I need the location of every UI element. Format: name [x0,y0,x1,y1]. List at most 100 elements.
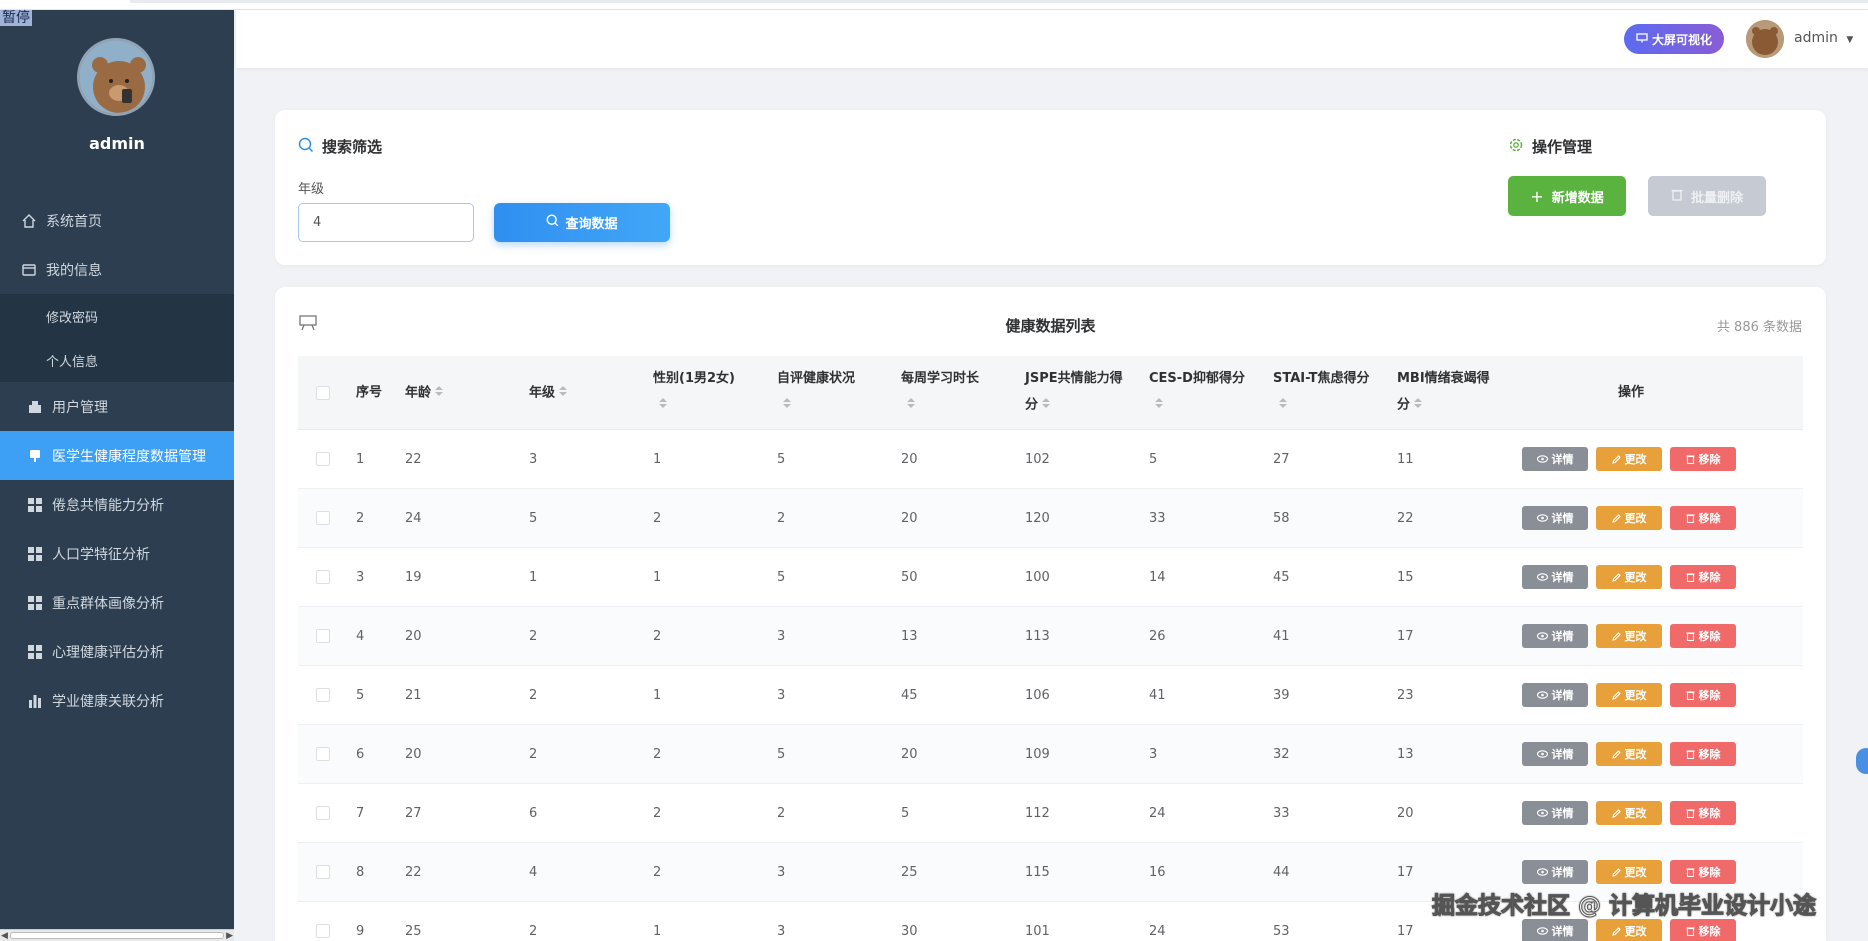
big-screen-viz-button[interactable]: 大屏可视化 [1624,24,1725,54]
pencil-icon [1611,867,1621,877]
delete-button[interactable]: 移除 [1670,742,1736,766]
sidebar-item-academic-health[interactable]: 学业健康关联分析 [0,676,234,725]
edit-button[interactable]: 更改 [1596,683,1662,707]
edit-button[interactable]: 更改 [1596,624,1662,648]
edit-button-label: 更改 [1624,512,1647,525]
detail-button[interactable]: 详情 [1522,565,1588,589]
edit-button[interactable]: 更改 [1596,801,1662,825]
cell-index: 1 [356,452,365,467]
header-avatar[interactable] [1746,20,1784,58]
row-checkbox[interactable] [316,924,330,938]
row-checkbox[interactable] [316,629,330,643]
scroll-left-icon[interactable]: ◀ [1,931,8,941]
detail-button[interactable]: 详情 [1522,860,1588,884]
row-checkbox[interactable] [316,511,330,525]
sidebar-item-mental-health[interactable]: 心理健康评估分析 [0,627,234,676]
row-checkbox[interactable] [316,747,330,761]
sort-icon[interactable] [783,392,791,418]
detail-button[interactable]: 详情 [1522,742,1588,766]
scroll-right-icon[interactable]: ▶ [226,931,233,941]
floating-handle[interactable] [1856,748,1868,774]
edit-button[interactable]: 更改 [1596,919,1662,941]
col-mbi[interactable]: MBI情绪衰竭得分 [1397,366,1490,419]
scrollbar-thumb[interactable] [10,932,224,939]
sort-icon[interactable] [559,380,568,406]
delete-button[interactable]: 移除 [1670,506,1736,530]
sort-icon[interactable] [1155,392,1163,418]
header-user-menu[interactable]: admin ▼ [1794,30,1853,46]
edit-button-label: 更改 [1624,807,1647,820]
query-button[interactable]: 查询数据 [494,203,670,242]
delete-button[interactable]: 移除 [1670,565,1736,589]
col-gender[interactable]: 性别(1男2女) [653,366,735,419]
bulk-delete-button[interactable]: 批量删除 [1648,176,1766,216]
grade-input[interactable] [298,203,474,242]
detail-button[interactable]: 详情 [1522,506,1588,530]
wallet-icon [20,261,38,279]
select-all-checkbox[interactable] [316,386,330,400]
delete-button[interactable]: 移除 [1670,860,1736,884]
sidebar-item-demographics[interactable]: 人口学特征分析 [0,529,234,578]
edit-button-label: 更改 [1624,748,1647,761]
detail-button[interactable]: 详情 [1522,683,1588,707]
cell-mbi: 15 [1397,570,1414,585]
sidebar-item-change-password[interactable]: 修改密码 [0,294,234,338]
cell-age: 27 [405,806,422,821]
edit-button[interactable]: 更改 [1596,506,1662,530]
row-checkbox[interactable] [316,865,330,879]
cell-age: 19 [405,570,422,585]
detail-button[interactable]: 详情 [1522,447,1588,471]
sidebar-scrollbar[interactable]: ◀ ▶ [0,929,234,941]
edit-button[interactable]: 更改 [1596,565,1662,589]
col-jspe[interactable]: JSPE共情能力得分 [1025,366,1123,419]
cell-study: 20 [901,747,918,762]
cell-health: 3 [777,629,786,644]
edit-button[interactable]: 更改 [1596,860,1662,884]
avatar[interactable] [77,38,155,116]
sidebar-item-health-data[interactable]: 医学生健康程度数据管理 [0,431,234,480]
col-cesd[interactable]: CES-D抑郁得分 [1149,366,1245,419]
sidebar-item-profile[interactable]: 个人信息 [0,338,234,382]
cell-index: 2 [356,511,365,526]
grade-label: 年级 [298,182,325,197]
sidebar-item-burnout-empathy[interactable]: 倦怠共情能力分析 [0,480,234,529]
col-study[interactable]: 每周学习时长 [901,366,979,419]
delete-button[interactable]: 移除 [1670,683,1736,707]
delete-button[interactable]: 移除 [1670,447,1736,471]
col-jspe-label: JSPE共情能力得 [1025,371,1123,386]
detail-button[interactable]: 详情 [1522,801,1588,825]
col-stai[interactable]: STAI-T焦虑得分 [1273,366,1369,419]
detail-button[interactable]: 详情 [1522,624,1588,648]
delete-button[interactable]: 移除 [1670,801,1736,825]
sort-icon[interactable] [435,380,444,406]
bulk-delete-label: 批量删除 [1690,190,1743,206]
sort-icon[interactable] [1279,392,1287,418]
delete-button[interactable]: 移除 [1670,919,1736,941]
sort-icon[interactable] [659,392,667,418]
add-data-button[interactable]: + 新增数据 [1508,176,1626,216]
edit-button[interactable]: 更改 [1596,447,1662,471]
detail-button[interactable]: 详情 [1522,919,1588,941]
row-actions: 详情 更改 移除 [1522,801,1736,825]
cell-health: 5 [777,570,786,585]
sort-icon[interactable] [1042,392,1051,418]
sidebar-item-user-manage[interactable]: 用户管理 [0,382,234,431]
delete-button[interactable]: 移除 [1670,624,1736,648]
col-grade[interactable]: 年级 [529,380,568,407]
col-age[interactable]: 年龄 [405,380,444,407]
sidebar-item-my-info[interactable]: 我的信息 [0,245,234,294]
col-grade-label: 年级 [529,385,556,401]
sort-icon[interactable] [1414,392,1423,418]
col-health[interactable]: 自评健康状况 [777,366,855,419]
row-checkbox[interactable] [316,452,330,466]
cell-mbi: 22 [1397,511,1414,526]
row-checkbox[interactable] [316,806,330,820]
row-checkbox[interactable] [316,570,330,584]
edit-button[interactable]: 更改 [1596,742,1662,766]
sidebar-item-key-groups[interactable]: 重点群体画像分析 [0,578,234,627]
sort-icon[interactable] [907,392,915,418]
row-checkbox[interactable] [316,688,330,702]
cell-gender: 1 [653,570,662,585]
sidebar-item-home[interactable]: 系统首页 [0,196,234,245]
sidebar-username: admin [89,134,145,153]
